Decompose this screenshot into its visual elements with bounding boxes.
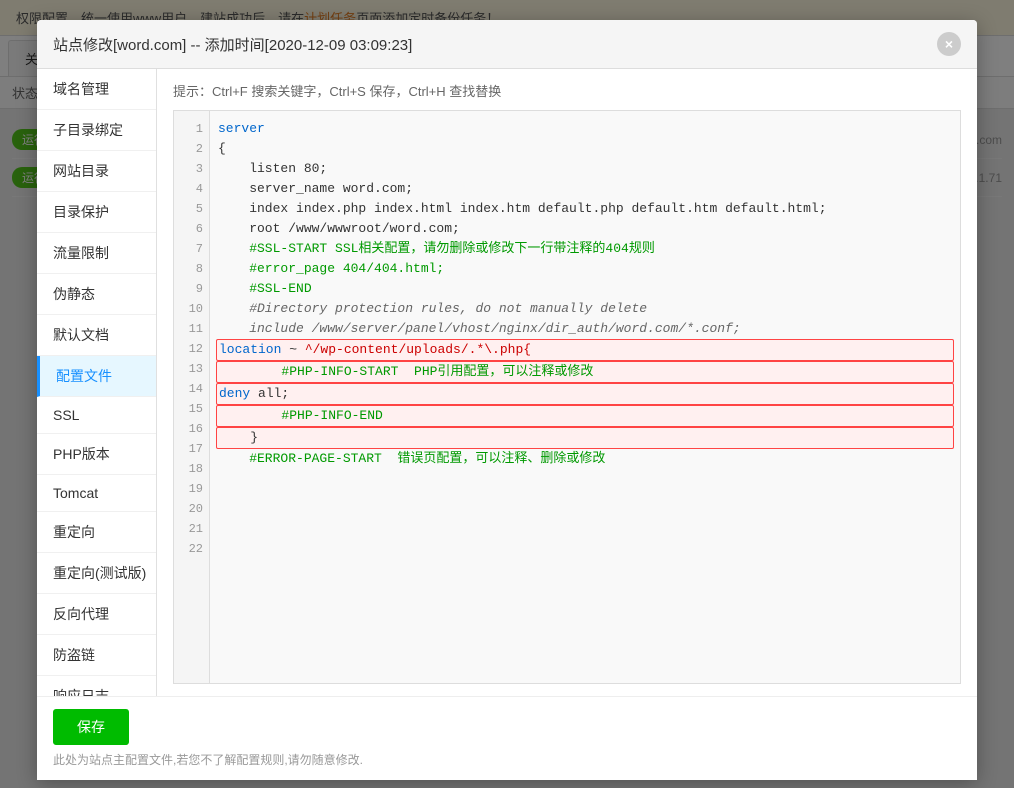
modal-main-content: 提示：Ctrl+F 搜索关键字，Ctrl+S 保存，Ctrl+H 查找替换 12… bbox=[157, 69, 977, 696]
sidebar-item-redirect[interactable]: 重定向 bbox=[37, 512, 156, 553]
code-line-15: location ~ ^/wp-content/uploads/.*\.php{ bbox=[216, 339, 954, 361]
modal-overlay: 站点修改[word.com] -- 添加时间[2020-12-09 03:09:… bbox=[0, 0, 1014, 788]
line-number-3: 3 bbox=[174, 159, 209, 179]
line-number-21: 21 bbox=[174, 519, 209, 539]
sidebar-item-reverseproxy[interactable]: 反向代理 bbox=[37, 594, 156, 635]
line-number-2: 2 bbox=[174, 139, 209, 159]
modal-footer: 保存 此处为站点主配置文件,若您不了解配置规则,请勿随意修改. bbox=[37, 696, 977, 780]
sidebar-item-hotlinkprotect[interactable]: 防盗链 bbox=[37, 635, 156, 676]
line-number-9: 9 bbox=[174, 279, 209, 299]
footer-note: 此处为站点主配置文件,若您不了解配置规则,请勿随意修改. bbox=[53, 751, 961, 768]
line-number-15: 15 bbox=[174, 399, 209, 419]
code-line-4: server_name word.com; bbox=[218, 179, 952, 199]
sidebar-item-defaultdoc[interactable]: 默认文档 bbox=[37, 315, 156, 356]
sidebar: 域名管理子目录绑定网站目录目录保护流量限制伪静态默认文档配置文件SSLPHP版本… bbox=[37, 69, 157, 696]
line-number-11: 11 bbox=[174, 319, 209, 339]
code-editor[interactable]: 12345678910111213141516171819202122 serv… bbox=[173, 110, 961, 684]
line-number-17: 17 bbox=[174, 439, 209, 459]
code-line-18: #PHP-INFO-END bbox=[216, 405, 954, 427]
code-line-5: index index.php index.html index.htm def… bbox=[218, 199, 952, 219]
sidebar-item-subdir[interactable]: 子目录绑定 bbox=[37, 110, 156, 151]
line-number-20: 20 bbox=[174, 499, 209, 519]
code-line-6: root /www/wwwroot/word.com; bbox=[218, 219, 952, 239]
line-number-10: 10 bbox=[174, 299, 209, 319]
modal-body: 域名管理子目录绑定网站目录目录保护流量限制伪静态默认文档配置文件SSLPHP版本… bbox=[37, 69, 977, 696]
sidebar-item-configfile[interactable]: 配置文件 bbox=[37, 356, 156, 397]
sidebar-item-domain[interactable]: 域名管理 bbox=[37, 69, 156, 110]
sidebar-item-ssl[interactable]: SSL bbox=[37, 397, 156, 434]
line-number-4: 4 bbox=[174, 179, 209, 199]
line-number-22: 22 bbox=[174, 539, 209, 559]
line-number-19: 19 bbox=[174, 479, 209, 499]
line-number-5: 5 bbox=[174, 199, 209, 219]
line-number-7: 7 bbox=[174, 239, 209, 259]
code-line-19: } bbox=[216, 427, 954, 449]
line-number-14: 14 bbox=[174, 379, 209, 399]
line-number-13: 13 bbox=[174, 359, 209, 379]
line-number-16: 16 bbox=[174, 419, 209, 439]
modal-dialog: 站点修改[word.com] -- 添加时间[2020-12-09 03:09:… bbox=[37, 20, 977, 780]
code-line-13: include /www/server/panel/vhost/nginx/di… bbox=[218, 319, 952, 339]
code-line-2: { bbox=[218, 139, 952, 159]
sidebar-item-pseudostatic[interactable]: 伪静态 bbox=[37, 274, 156, 315]
line-number-18: 18 bbox=[174, 459, 209, 479]
code-content[interactable]: server{ listen 80; server_name word.com;… bbox=[210, 111, 960, 683]
line-number-6: 6 bbox=[174, 219, 209, 239]
save-button[interactable]: 保存 bbox=[53, 709, 129, 745]
line-number-1: 1 bbox=[174, 119, 209, 139]
sidebar-item-dirprotect[interactable]: 目录保护 bbox=[37, 192, 156, 233]
code-line-10: #SSL-END bbox=[218, 279, 952, 299]
code-line-1: server bbox=[218, 119, 952, 139]
hint-text: 提示：Ctrl+F 搜索关键字，Ctrl+S 保存，Ctrl+H 查找替换 bbox=[173, 81, 961, 100]
line-number-8: 8 bbox=[174, 259, 209, 279]
code-line-3: listen 80; bbox=[218, 159, 952, 179]
sidebar-item-accesslog[interactable]: 响应日志 bbox=[37, 676, 156, 696]
code-line-22: #ERROR-PAGE-START 错误页配置，可以注释、删除或修改 bbox=[218, 449, 952, 469]
modal-header: 站点修改[word.com] -- 添加时间[2020-12-09 03:09:… bbox=[37, 20, 977, 69]
sidebar-item-tomcat[interactable]: Tomcat bbox=[37, 475, 156, 512]
sidebar-item-traffic[interactable]: 流量限制 bbox=[37, 233, 156, 274]
code-line-17: deny all; bbox=[216, 383, 954, 405]
code-line-16: #PHP-INFO-START PHP引用配置，可以注释或修改 bbox=[216, 361, 954, 383]
code-line-8: #SSL-START SSL相关配置，请勿删除或修改下一行带注释的404规则 bbox=[218, 239, 952, 259]
modal-title: 站点修改[word.com] -- 添加时间[2020-12-09 03:09:… bbox=[53, 34, 412, 55]
sidebar-item-redirecttest[interactable]: 重定向(测试版) bbox=[37, 553, 156, 594]
line-number-12: 12 bbox=[174, 339, 209, 359]
sidebar-item-sitedir[interactable]: 网站目录 bbox=[37, 151, 156, 192]
code-line-12: #Directory protection rules, do not manu… bbox=[218, 299, 952, 319]
code-line-9: #error_page 404/404.html; bbox=[218, 259, 952, 279]
modal-close-button[interactable]: × bbox=[937, 32, 961, 56]
sidebar-item-phpver[interactable]: PHP版本 bbox=[37, 434, 156, 475]
line-numbers: 12345678910111213141516171819202122 bbox=[174, 111, 210, 683]
